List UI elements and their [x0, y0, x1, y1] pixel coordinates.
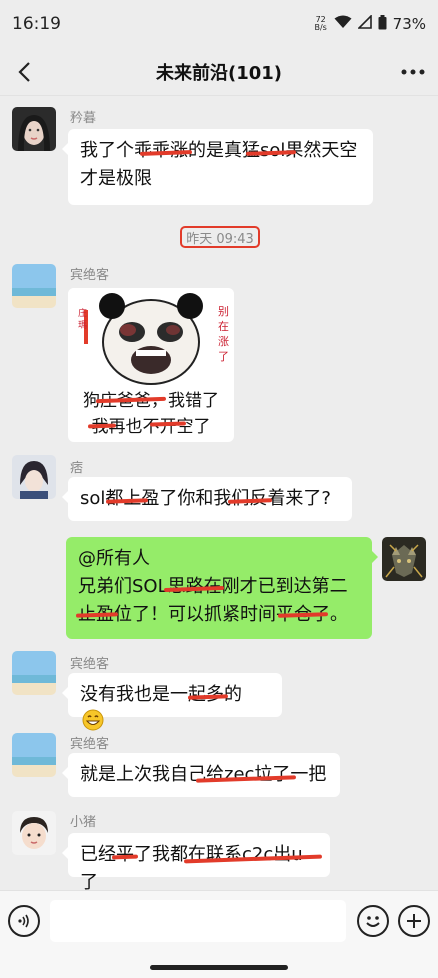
sender-name: 小猪	[70, 815, 97, 830]
message-text: @所有人	[78, 548, 150, 569]
chat-header: 未来前沿(101)	[0, 48, 438, 96]
sender-name: 宾绝客	[70, 268, 110, 283]
network-speed: 72 B/s	[314, 16, 328, 32]
status-time: 16:19	[12, 14, 61, 34]
status-bar: 16:19 72 B/s 73%	[0, 0, 438, 48]
self-avatar[interactable]	[382, 537, 426, 581]
wifi-icon	[334, 15, 352, 33]
chat-area[interactable]: 矜暮 我了个乖乖涨的是真猛sol果然天空 才是极限 昨天 09:43 宾绝客 庄…	[0, 97, 438, 890]
voice-input-button[interactable]	[8, 905, 40, 937]
message-bubble[interactable]: 我了个乖乖涨的是真猛sol果然天空 才是极限	[62, 129, 373, 205]
plus-icon	[407, 914, 421, 928]
voice-icon	[18, 914, 29, 928]
chat-title: 未来前沿(101)	[155, 62, 283, 84]
chevron-left-icon	[18, 62, 30, 82]
home-indicator[interactable]	[150, 965, 288, 970]
message-text: 我了个乖乖涨的是真猛sol果然天空	[80, 140, 358, 161]
sticker-left-text: 庄瑪	[78, 309, 88, 331]
sender-name: 宾绝客	[70, 657, 110, 672]
battery-percent: 73%	[392, 15, 426, 33]
more-dots-icon	[401, 69, 425, 75]
avatar[interactable]	[12, 651, 56, 695]
sender-name: 矜暮	[70, 111, 97, 126]
avatar[interactable]	[12, 455, 56, 499]
message-bubble[interactable]: 已经平了我都在联系c2c出u了	[62, 833, 330, 890]
sender-name: 痞	[70, 461, 84, 476]
message-bubble[interactable]: sol都上盈了你和我们反着来了?	[62, 477, 352, 521]
status-icons: 72 B/s 73%	[314, 14, 426, 34]
panda-meme-image	[68, 288, 234, 388]
signal-icon	[356, 14, 372, 33]
time-divider: 昨天 09:43	[180, 226, 260, 248]
network-speed-unit: B/s	[314, 23, 327, 32]
message-input[interactable]	[50, 900, 346, 942]
back-button[interactable]	[10, 58, 38, 86]
more-button[interactable]	[398, 58, 428, 86]
message-text: 才是极限	[80, 168, 152, 189]
smile-icon	[366, 916, 380, 927]
chat-input-bar	[0, 890, 438, 978]
sticker-side-text: 别在涨了	[218, 305, 229, 363]
battery-icon	[378, 14, 387, 34]
self-message-bubble[interactable]: @所有人 兄弟们SOL思路在刚才已到达第二 止盈位了！可以抓紧时间平仓了。	[66, 537, 378, 639]
emoji-button[interactable]	[357, 905, 389, 937]
sticker-message[interactable]: 庄瑪 别在涨了 狗庄爸爸，我错了 我再也不开空了	[68, 288, 234, 442]
message-bubble[interactable]: 就是上次我自己给zec垃了一把	[62, 753, 340, 797]
avatar[interactable]	[12, 811, 56, 855]
message-bubble[interactable]: 没有我也是一起多的	[62, 673, 282, 731]
more-functions-button[interactable]	[398, 905, 430, 937]
avatar[interactable]	[12, 107, 56, 151]
message-text: 已经平了我都在联系c2c出u了	[80, 844, 303, 890]
avatar[interactable]	[12, 733, 56, 777]
sender-name: 宾绝客	[70, 737, 110, 752]
avatar[interactable]	[12, 264, 56, 308]
